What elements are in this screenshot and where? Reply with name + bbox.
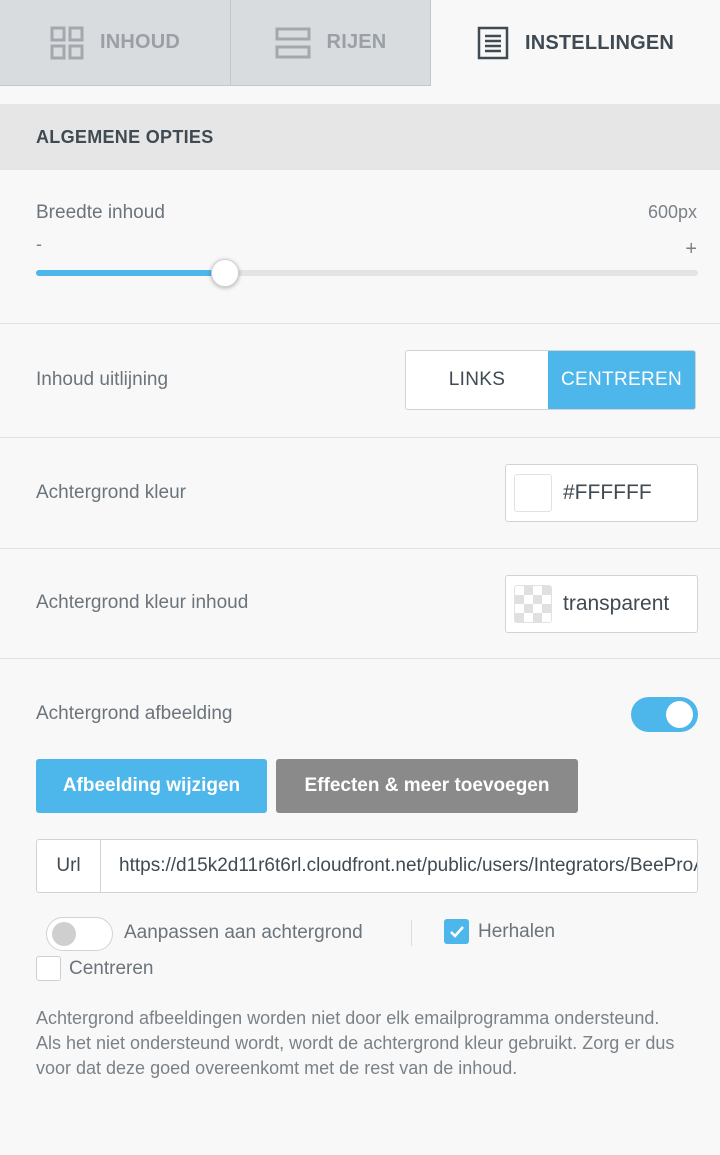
align-left-button[interactable]: LINKS (406, 351, 548, 409)
slider-min-label: - (36, 234, 42, 254)
content-background-color-label: Achtergrond kleur inhoud (36, 592, 249, 613)
fit-background-toggle[interactable] (46, 917, 113, 951)
content-background-color-picker[interactable]: transparent (505, 575, 698, 633)
divider (411, 920, 412, 946)
toggle-knob (52, 922, 76, 946)
alignment-toggle: LINKS CENTREREN (405, 350, 696, 410)
tab-rijen[interactable]: RIJEN (231, 0, 431, 86)
content-width-row: Breedte inhoud 600px - + (0, 170, 720, 324)
align-center-button[interactable]: CENTREREN (548, 351, 695, 409)
toggle-knob (666, 701, 693, 728)
content-background-color-row: Achtergrond kleur inhoud transparent (0, 549, 720, 659)
alignment-label: Inhoud uitlijning (36, 369, 169, 390)
tab-bar: INHOUD RIJEN INSTELLINGEN (0, 0, 720, 86)
background-image-note: Achtergrond afbeeldingen worden niet doo… (36, 1008, 675, 1078)
fit-background-label: Aanpassen aan achtergrond (124, 922, 363, 943)
tab-inhoud-label: INHOUD (99, 31, 181, 53)
alignment-row: Inhoud uitlijning LINKS CENTREREN (0, 324, 720, 438)
slider-handle[interactable] (211, 259, 239, 287)
background-color-picker[interactable]: #FFFFFF (505, 464, 698, 522)
repeat-label: Herhalen (478, 921, 556, 942)
color-swatch[interactable] (514, 474, 552, 512)
background-color-label: Achtergrond kleur (36, 482, 186, 503)
background-image-row: Achtergrond afbeelding Afbeelding wijzig… (0, 659, 720, 1155)
transparent-swatch[interactable] (514, 585, 552, 623)
content-background-color-value[interactable]: transparent (563, 592, 669, 616)
slider-max-label: + (685, 238, 697, 260)
content-width-value: 600px (647, 202, 697, 222)
add-effects-button[interactable]: Effecten & meer toevoegen (276, 759, 578, 813)
url-label: Url (37, 840, 101, 892)
content-width-label: Breedte inhoud (36, 202, 165, 223)
background-image-toggle[interactable] (631, 697, 698, 732)
url-field-group: Url (36, 839, 698, 893)
checkmark-icon (449, 926, 464, 938)
rows-icon (275, 27, 311, 59)
document-icon (477, 26, 509, 60)
tab-instellingen-label: INSTELLINGEN (524, 31, 675, 54)
center-checkbox[interactable] (36, 956, 61, 981)
tab-rijen-label: RIJEN (326, 31, 387, 53)
background-image-label: Achtergrond afbeelding (36, 703, 233, 724)
section-header: ALGEMENE OPTIES (0, 104, 720, 170)
tab-inhoud[interactable]: INHOUD (0, 0, 231, 86)
repeat-checkbox[interactable] (444, 919, 469, 944)
slider-fill (36, 270, 225, 276)
width-slider[interactable] (36, 259, 698, 287)
url-input[interactable] (101, 840, 697, 892)
background-color-value[interactable]: #FFFFFF (563, 481, 652, 505)
change-image-button[interactable]: Afbeelding wijzigen (36, 759, 267, 813)
background-color-row: Achtergrond kleur #FFFFFF (0, 438, 720, 549)
center-label: Centreren (69, 958, 154, 979)
grid-icon (50, 26, 84, 60)
tab-instellingen[interactable]: INSTELLINGEN (431, 0, 720, 86)
